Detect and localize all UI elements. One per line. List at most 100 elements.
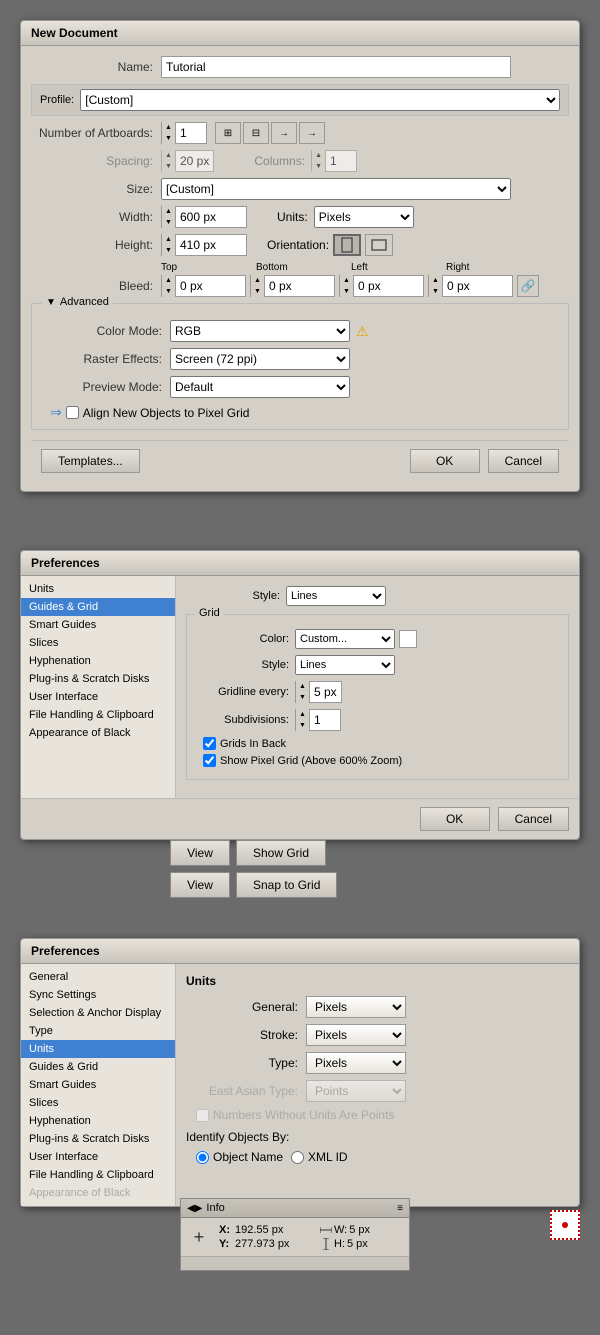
align-pixel-checkbox[interactable]	[66, 406, 79, 419]
align-pixel-label: Align New Objects to Pixel Grid	[83, 406, 250, 420]
expand-arrows-icon[interactable]: ◀▶	[187, 1203, 202, 1214]
info-title-bar: ◀▶ Info ≡	[181, 1199, 409, 1218]
sidebar-bottom-hyphen[interactable]: Hyphenation	[21, 1112, 175, 1130]
sidebar-item-file-handling[interactable]: File Handling & Clipboard	[21, 706, 175, 724]
size-select[interactable]: [Custom]	[161, 178, 511, 200]
profile-select[interactable]: [Custom]	[80, 89, 560, 111]
identify-label: Identify Objects By:	[186, 1130, 289, 1144]
view-btn-1[interactable]: View	[170, 840, 230, 866]
units-select[interactable]: Pixels	[314, 206, 414, 228]
landscape-btn[interactable]	[365, 234, 393, 256]
sidebar-item-ui[interactable]: User Interface	[21, 688, 175, 706]
grid-color-label: Color:	[195, 633, 295, 645]
bleed-bottom-spinner[interactable]: ▲▼ 0 px	[250, 275, 335, 297]
subdivisions-spinner[interactable]: ▲▼ 1	[295, 709, 341, 731]
columns-spinner[interactable]: ▲ ▼ 1	[311, 150, 357, 172]
bleed-bottom-header: Bottom	[256, 262, 351, 273]
sidebar-bottom-slices[interactable]: Slices	[21, 1094, 175, 1112]
xml-id-label: XML ID	[308, 1150, 348, 1164]
type-units-select[interactable]: Pixels	[306, 1052, 406, 1074]
new-doc-title: New Document	[21, 21, 579, 46]
sidebar-item-plugins[interactable]: Plug-ins & Scratch Disks	[21, 670, 175, 688]
ok-btn[interactable]: OK	[410, 449, 480, 473]
artboard-arrow-btn[interactable]: →	[299, 122, 325, 144]
grid-section-title: Grid	[195, 607, 224, 619]
red-square-icon	[550, 1210, 580, 1240]
show-grid-btn[interactable]: Show Grid	[236, 840, 326, 866]
sidebar-item-guides-grid[interactable]: Guides & Grid	[21, 598, 175, 616]
numbers-checkbox	[196, 1109, 209, 1122]
grid-color-select[interactable]: Custom...	[295, 629, 395, 649]
width-spinner[interactable]: ▲ ▼ 600 px	[161, 206, 247, 228]
advanced-arrow[interactable]: ▼	[46, 297, 56, 308]
artboard-col-btn[interactable]: →	[271, 122, 297, 144]
grids-in-back-checkbox[interactable]	[203, 737, 216, 750]
east-asian-label: East Asian Type:	[186, 1084, 306, 1098]
raster-select[interactable]: Screen (72 ppi)	[170, 348, 350, 370]
sidebar-bottom-sync[interactable]: Sync Settings	[21, 986, 175, 1004]
templates-btn[interactable]: Templates...	[41, 449, 140, 473]
view-btn-2[interactable]: View	[170, 872, 230, 898]
sidebar-bottom-general[interactable]: General	[21, 968, 175, 986]
snap-grid-btn[interactable]: Snap to Grid	[236, 872, 337, 898]
profile-label: Profile:	[40, 94, 74, 106]
sidebar-bottom-type[interactable]: Type	[21, 1022, 175, 1040]
bleed-label: Bleed:	[31, 279, 161, 293]
sidebar-bottom-smart[interactable]: Smart Guides	[21, 1076, 175, 1094]
bleed-link-btn[interactable]: 🔗	[517, 275, 539, 297]
color-mode-select[interactable]: RGB	[170, 320, 350, 342]
prefs-cancel-btn[interactable]: Cancel	[498, 807, 569, 831]
show-pixel-grid-checkbox[interactable]	[203, 754, 216, 767]
general-units-select[interactable]: Pixels	[306, 996, 406, 1018]
stroke-units-label: Stroke:	[186, 1028, 306, 1042]
sidebar-item-appearance[interactable]: Appearance of Black	[21, 724, 175, 742]
portrait-btn[interactable]	[333, 234, 361, 256]
prefs-ok-btn[interactable]: OK	[420, 807, 490, 831]
sidebar-bottom-units[interactable]: Units	[21, 1040, 175, 1058]
guides-style-select[interactable]: Lines	[286, 586, 386, 606]
orientation-label: Orientation:	[267, 238, 329, 252]
color-mode-label: Color Mode:	[40, 324, 170, 338]
name-label: Name:	[31, 60, 161, 74]
width-icon	[320, 1224, 332, 1236]
sidebar-bottom-file[interactable]: File Handling & Clipboard	[21, 1166, 175, 1184]
sidebar-bottom-selection[interactable]: Selection & Anchor Display	[21, 1004, 175, 1022]
bleed-top-spinner[interactable]: ▲▼ 0 px	[161, 275, 246, 297]
sidebar-item-slices[interactable]: Slices	[21, 634, 175, 652]
sidebar-item-hyphenation[interactable]: Hyphenation	[21, 652, 175, 670]
artboard-row-btn[interactable]: ⊟	[243, 122, 269, 144]
height-spinner[interactable]: ▲ ▼ 410 px	[161, 234, 247, 256]
sidebar-item-units[interactable]: Units	[21, 580, 175, 598]
h-value: 5 px	[347, 1238, 368, 1250]
bleed-left-spinner[interactable]: ▲▼ 0 px	[339, 275, 424, 297]
cancel-btn[interactable]: Cancel	[488, 449, 559, 473]
new-document-dialog: New Document Name: Profile: [Custom] Num…	[20, 20, 580, 492]
name-input[interactable]	[161, 56, 511, 78]
align-arrow-icon: ⇒	[50, 404, 62, 421]
grid-style-select[interactable]: Lines	[295, 655, 395, 675]
object-name-label: Object Name	[213, 1150, 283, 1164]
stroke-units-select[interactable]: Pixels	[306, 1024, 406, 1046]
artboards-spinner[interactable]: ▲ ▼ 1	[161, 122, 207, 144]
panel-menu-icon[interactable]: ≡	[397, 1203, 403, 1214]
y-value: 277.973 px	[235, 1238, 300, 1250]
xml-id-radio[interactable]	[291, 1151, 304, 1164]
sidebar-bottom-guides[interactable]: Guides & Grid	[21, 1058, 175, 1076]
gridline-spinner[interactable]: ▲▼ 5 px	[295, 681, 342, 703]
sidebar-bottom-ui[interactable]: User Interface	[21, 1148, 175, 1166]
bleed-right-spinner[interactable]: ▲▼ 0 px	[428, 275, 513, 297]
artboard-grid-btn[interactable]: ⊞	[215, 122, 241, 144]
object-name-radio[interactable]	[196, 1151, 209, 1164]
sidebar-item-smart-guides[interactable]: Smart Guides	[21, 616, 175, 634]
info-content: + X: 192.55 px Y: 277.973 px W: 5 px	[181, 1218, 409, 1256]
w-label: W:	[334, 1224, 347, 1236]
preview-select[interactable]: Default	[170, 376, 350, 398]
sidebar-bottom-plugins[interactable]: Plug-ins & Scratch Disks	[21, 1130, 175, 1148]
artboards-down[interactable]: ▼	[162, 133, 175, 144]
guides-style-label: Style:	[186, 590, 286, 602]
artboards-up[interactable]: ▲	[162, 122, 175, 133]
grid-color-swatch[interactable]	[399, 630, 417, 648]
spacing-spinner[interactable]: ▲ ▼ 20 px	[161, 150, 214, 172]
preview-label: Preview Mode:	[40, 380, 170, 394]
bleed-right-header: Right	[446, 262, 541, 273]
